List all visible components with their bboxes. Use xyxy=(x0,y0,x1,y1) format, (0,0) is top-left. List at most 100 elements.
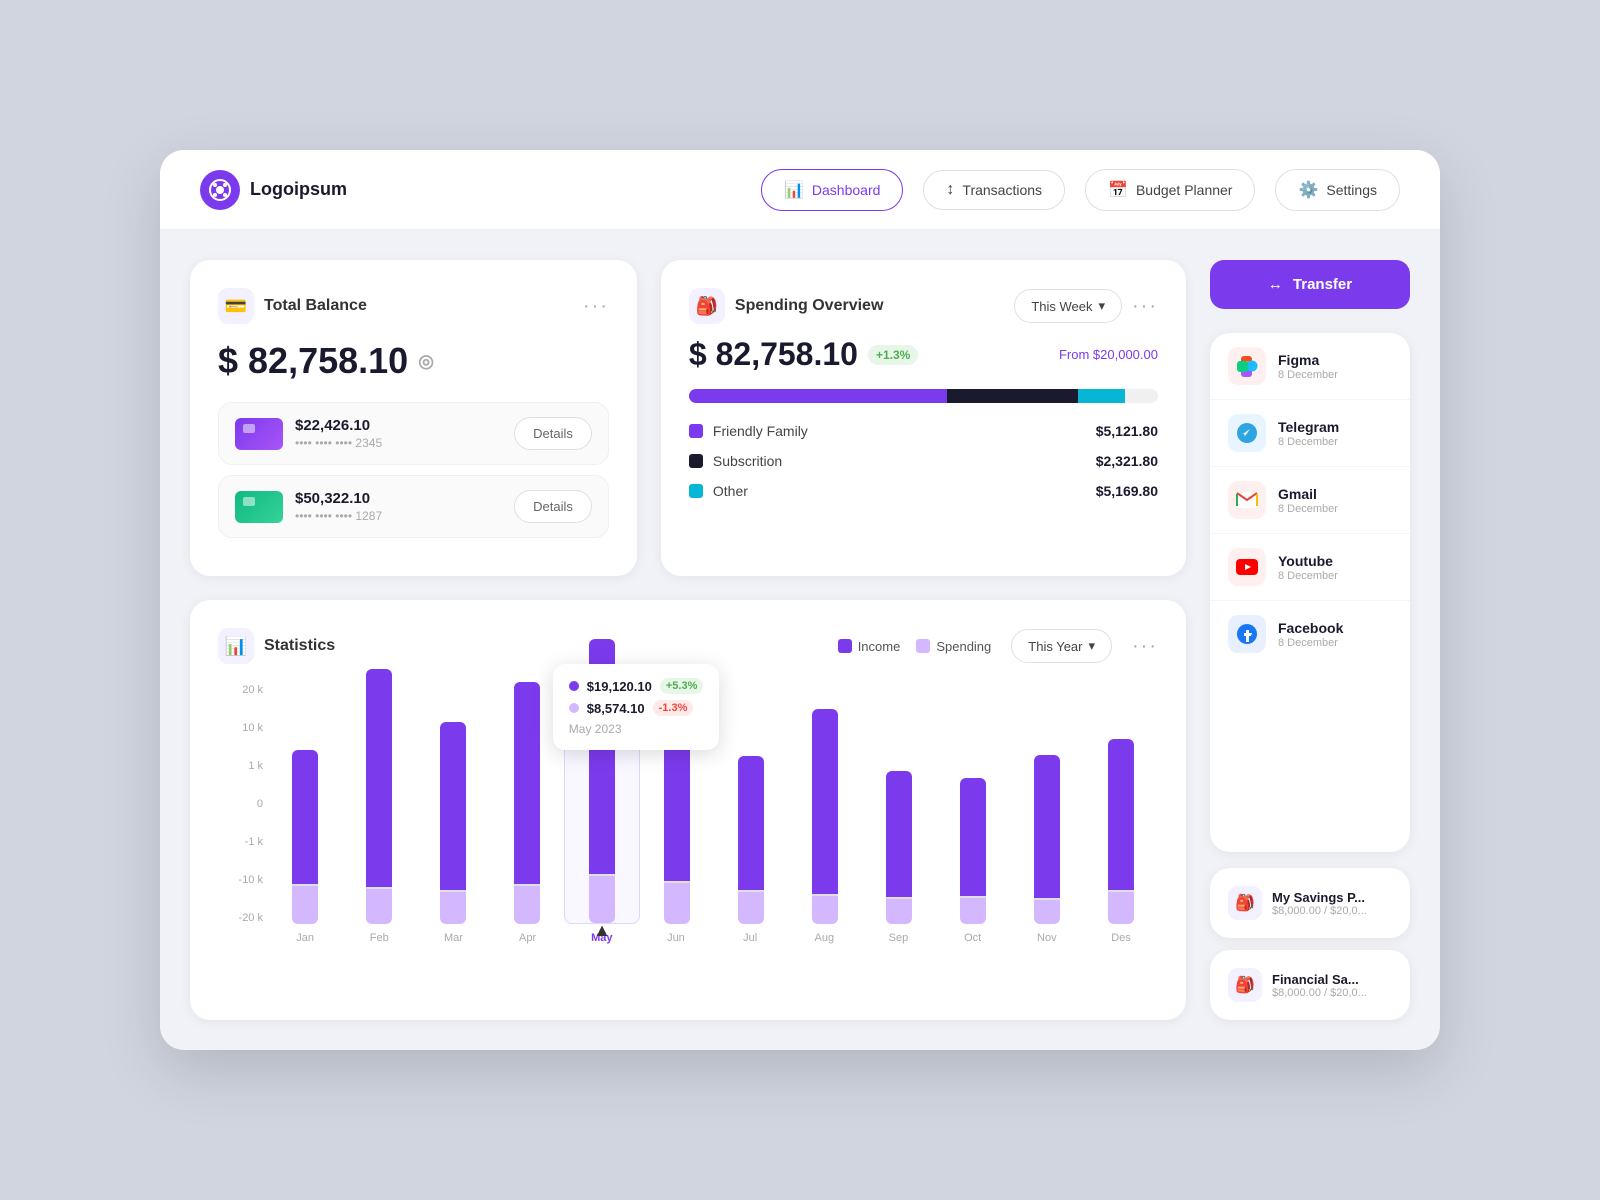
tooltip-spending-dot xyxy=(569,703,579,713)
tooltip-income-pct: +5.3% xyxy=(660,678,704,694)
statistics-card: 📊 Statistics Income Spending xyxy=(190,600,1186,1020)
stats-header: 📊 Statistics Income Spending xyxy=(218,628,1158,664)
recent-info: Facebook8 December xyxy=(1278,620,1392,649)
tooltip-spending-row: $8,574.10 -1.3% xyxy=(569,700,704,716)
recent-item[interactable]: Figma8 December xyxy=(1210,333,1410,400)
recent-date: 8 December xyxy=(1278,570,1392,582)
spending-more-btn[interactable]: ··· xyxy=(1132,295,1158,318)
tooltip-income-row: $19,120.10 +5.3% xyxy=(569,678,704,694)
bar-group[interactable] xyxy=(1010,684,1084,924)
dot-cyan xyxy=(689,484,703,498)
stats-period-selector[interactable]: This Year ▾ xyxy=(1011,629,1112,663)
spending-amount: $ 82,758.10 +1.3% xyxy=(689,336,918,373)
nav-settings[interactable]: ⚙️ Settings xyxy=(1275,169,1400,211)
details-btn-1[interactable]: Details xyxy=(514,417,592,450)
bar-group[interactable] xyxy=(788,684,862,924)
bar-up xyxy=(886,771,912,897)
account-amount-2: $50,322.10 xyxy=(295,490,382,507)
bar-down xyxy=(886,899,912,924)
stats-chevron-icon: ▾ xyxy=(1088,638,1095,654)
recent-item[interactable]: Gmail8 December xyxy=(1210,467,1410,534)
bar-group[interactable] xyxy=(342,684,416,924)
nav-dashboard[interactable]: 📊 Dashboard xyxy=(761,169,903,211)
stats-more-btn[interactable]: ··· xyxy=(1132,635,1158,658)
spending-item-left-2: Subscrition xyxy=(689,453,782,469)
stats-icon: 📊 xyxy=(218,628,254,664)
bar-group[interactable] xyxy=(1084,684,1158,924)
chart-wrapper: 20 k 10 k 1 k 0 -1 k -10 k -20 k xyxy=(218,684,1158,924)
recent-date: 8 December xyxy=(1278,369,1392,381)
legend-spending: Spending xyxy=(916,639,991,654)
savings-item-1: 🎒 My Savings P... $8,000.00 / $20,0... xyxy=(1228,886,1392,920)
savings-amount-2: $8,000.00 / $20,0... xyxy=(1272,987,1367,999)
chart-bars: $19,120.10 +5.3% $8,574.10 -1.3% May 202… xyxy=(268,684,1158,924)
x-labels: JanFebMarAprMayJunJulAugSepOctNovDes xyxy=(218,932,1158,944)
x-label: Apr xyxy=(491,932,565,944)
app-icon-telegram xyxy=(1228,414,1266,452)
bar-down xyxy=(960,898,986,924)
legend-income: Income xyxy=(838,639,901,654)
savings-amount-1: $8,000.00 / $20,0... xyxy=(1272,905,1367,917)
spending-title: Spending Overview xyxy=(735,297,883,315)
savings-info-2: Financial Sa... $8,000.00 / $20,0... xyxy=(1272,972,1367,999)
app-icon-gmail xyxy=(1228,481,1266,519)
bar-group[interactable] xyxy=(862,684,936,924)
recent-item[interactable]: Facebook8 December xyxy=(1210,601,1410,667)
legend-income-dot xyxy=(838,639,852,653)
bar-up xyxy=(1108,739,1134,890)
account-number-1: •••• •••• •••• 2345 xyxy=(295,436,382,450)
recent-item[interactable]: Telegram8 December xyxy=(1210,400,1410,467)
x-label: Sep xyxy=(861,932,935,944)
bar-group[interactable] xyxy=(268,684,342,924)
balance-card-header: 💳 Total Balance ··· xyxy=(218,288,609,324)
main-content: 💳 Total Balance ··· $ 82,758.10 ◎ xyxy=(160,230,1440,1050)
nav-budget-planner[interactable]: 📅 Budget Planner xyxy=(1085,169,1255,211)
period-selector[interactable]: This Week ▾ xyxy=(1014,289,1122,323)
nav-transactions[interactable]: ↕ Transactions xyxy=(923,170,1065,210)
card-chip xyxy=(243,424,255,433)
chart-area: 20 k 10 k 1 k 0 -1 k -10 k -20 k xyxy=(218,684,1158,964)
balance-amount: $ 82,758.10 ◎ xyxy=(218,340,609,382)
transfer-icon: ↔ xyxy=(1268,276,1283,293)
transfer-btn[interactable]: ↔ Transfer xyxy=(1210,260,1410,309)
account-left-1: $22,426.10 •••• •••• •••• 2345 xyxy=(235,417,382,450)
spending-item-1: Friendly Family $5,121.80 xyxy=(689,423,1158,439)
account-info-2: $50,322.10 •••• •••• •••• 1287 xyxy=(295,490,382,523)
app-icon-figma xyxy=(1228,347,1266,385)
dot-dark xyxy=(689,454,703,468)
tooltip-income-val: $19,120.10 xyxy=(587,679,652,694)
chart-tooltip: $19,120.10 +5.3% $8,574.10 -1.3% May 202… xyxy=(553,664,720,750)
recent-name: Facebook xyxy=(1278,620,1392,636)
bar-up xyxy=(738,756,764,890)
bar-group[interactable] xyxy=(714,684,788,924)
card-visual-green xyxy=(235,491,283,523)
calendar-icon: 📅 xyxy=(1108,180,1128,200)
x-label: Mar xyxy=(416,932,490,944)
recent-name: Figma xyxy=(1278,352,1392,368)
account-item-1: $22,426.10 •••• •••• •••• 2345 Details xyxy=(218,402,609,465)
recent-date: 8 December xyxy=(1278,436,1392,448)
dot-purple xyxy=(689,424,703,438)
savings-section-2: 🎒 Financial Sa... $8,000.00 / $20,0... xyxy=(1210,950,1410,1020)
bar-up xyxy=(514,682,540,884)
tooltip-date: May 2023 xyxy=(569,722,704,736)
bar-group[interactable] xyxy=(416,684,490,924)
spending-amount-row: $ 82,758.10 +1.3% From $20,000.00 xyxy=(689,336,1158,373)
spending-amount-1: $5,121.80 xyxy=(1096,423,1158,439)
eye-icon[interactable]: ◎ xyxy=(418,351,434,372)
legend-spending-dot xyxy=(916,639,930,653)
x-label: Nov xyxy=(1010,932,1084,944)
bar-down xyxy=(812,896,838,924)
x-label: Oct xyxy=(936,932,1010,944)
balance-more-btn[interactable]: ··· xyxy=(583,295,609,318)
chevron-down-icon: ▾ xyxy=(1098,298,1105,314)
bar-down xyxy=(292,886,318,924)
bar-group[interactable] xyxy=(936,684,1010,924)
spending-item-left-3: Other xyxy=(689,483,748,499)
logo: Logoipsum xyxy=(200,170,347,210)
spending-item-2: Subscrition $2,321.80 xyxy=(689,453,1158,469)
recent-item[interactable]: Youtube8 December xyxy=(1210,534,1410,601)
details-btn-2[interactable]: Details xyxy=(514,490,592,523)
card-chip-2 xyxy=(243,497,255,506)
savings-icon-2: 🎒 xyxy=(1228,968,1262,1002)
